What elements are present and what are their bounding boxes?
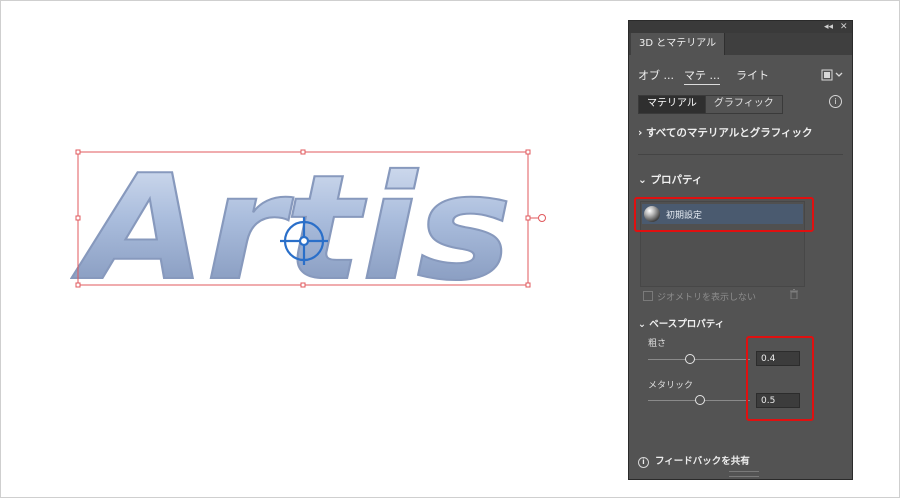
panel-menu-icon[interactable] xyxy=(821,68,843,82)
segment-graphics[interactable]: グラフィック xyxy=(704,96,782,113)
roughness-label: 粗さ xyxy=(648,339,667,349)
artwork-text[interactable]: Artis xyxy=(70,143,513,300)
segment-materials[interactable]: マテリアル xyxy=(639,96,705,113)
subtab-lighting[interactable]: ライト xyxy=(736,67,769,83)
subtab-materials[interactable]: マテ ... xyxy=(684,67,720,85)
subtab-object[interactable]: オブ ... xyxy=(638,67,674,83)
close-icon[interactable]: ✕ xyxy=(840,21,848,33)
chevron-down-icon: ⌄ xyxy=(638,174,647,186)
3d-materials-panel: ◂◂ ✕ 3D とマテリアル オブ ... マテ ... ライト マテリアル グ… xyxy=(628,20,853,480)
rotate-handle[interactable] xyxy=(530,214,546,222)
hide-geometry-checkbox[interactable] xyxy=(643,291,653,301)
base-properties-heading: ベースプロパティ xyxy=(649,319,725,330)
chevron-right-icon: › xyxy=(638,127,643,139)
feedback-link[interactable]: i フィードバックを共有 xyxy=(638,453,750,468)
info-icon: i xyxy=(638,457,649,468)
materials-graphics-toggle: マテリアル グラフィック xyxy=(638,95,783,114)
panel-tab-3d-materials[interactable]: 3D とマテリアル xyxy=(631,33,726,55)
base-properties-section[interactable]: ⌄ ベースプロパティ xyxy=(638,316,724,330)
resize-grip[interactable] xyxy=(729,471,759,477)
info-icon[interactable]: i xyxy=(829,95,842,108)
roughness-slider-thumb[interactable] xyxy=(685,354,695,364)
all-materials-section[interactable]: › すべてのマテリアルとグラフィック xyxy=(638,125,813,140)
hide-geometry-option[interactable]: ジオメトリを表示しない xyxy=(643,290,756,303)
collapse-icon[interactable]: ◂◂ xyxy=(824,21,833,33)
roughness-slider[interactable] xyxy=(648,359,750,360)
chevron-down-icon: ⌄ xyxy=(638,319,646,330)
highlight-material-item xyxy=(634,197,814,232)
divider xyxy=(638,154,843,155)
trash-icon[interactable] xyxy=(789,289,799,299)
properties-section[interactable]: ⌄ プロパティ xyxy=(638,172,702,187)
artwork-canvas[interactable]: Artis xyxy=(70,140,560,300)
metallic-slider-thumb[interactable] xyxy=(695,395,705,405)
feedback-label: フィードバックを共有 xyxy=(655,456,750,467)
properties-heading: プロパティ xyxy=(650,174,703,186)
panel-titlebar[interactable]: ◂◂ ✕ xyxy=(629,21,852,33)
hide-geometry-label: ジオメトリを表示しない xyxy=(657,293,757,303)
metallic-label: メタリック xyxy=(648,381,694,391)
highlight-value-inputs xyxy=(746,336,814,421)
all-materials-label: すべてのマテリアルとグラフィック xyxy=(645,127,813,139)
